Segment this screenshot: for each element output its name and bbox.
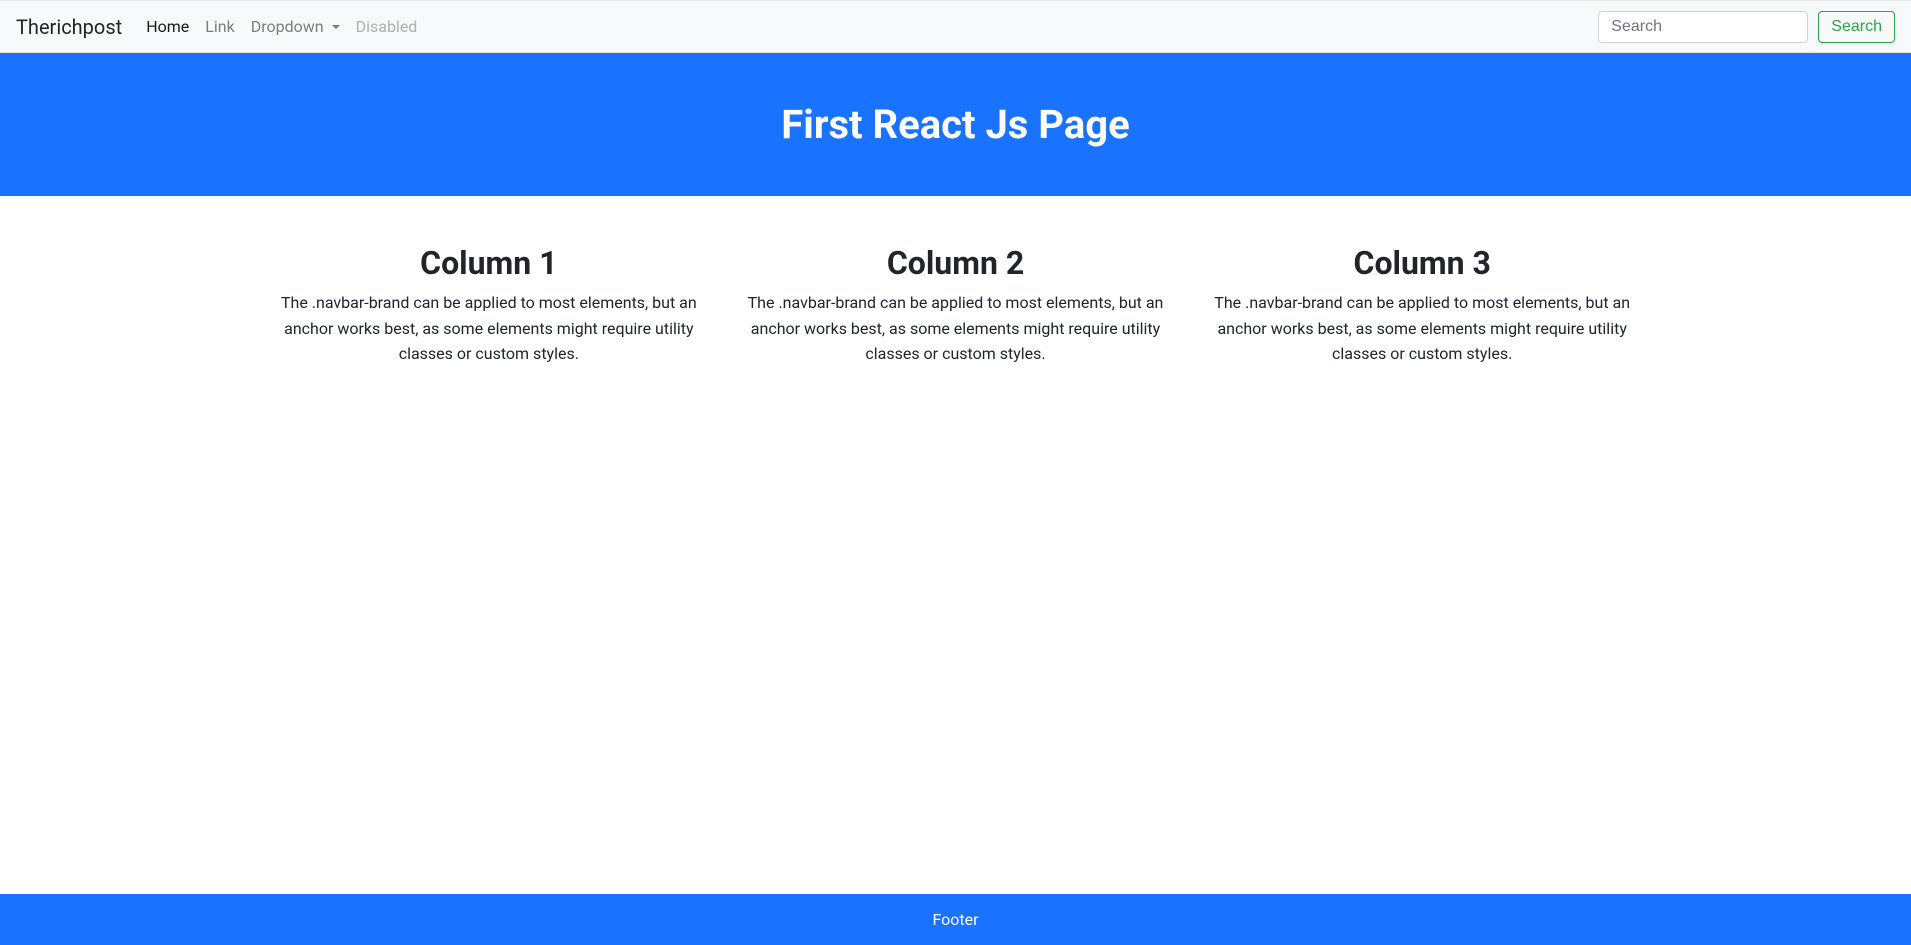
column-1-text: The .navbar-brand can be applied to most… [271, 290, 708, 367]
column-2-text: The .navbar-brand can be applied to most… [737, 290, 1174, 367]
navbar-right: Search [1598, 11, 1895, 43]
columns-row: Column 1 The .navbar-brand can be applie… [256, 244, 1656, 367]
nav-link-home[interactable]: Home [146, 17, 189, 36]
search-input[interactable] [1598, 11, 1808, 43]
caret-down-icon [332, 25, 340, 29]
column-3-text: The .navbar-brand can be applied to most… [1204, 290, 1641, 367]
jumbotron: First React Js Page [0, 53, 1911, 196]
column-3: Column 3 The .navbar-brand can be applie… [1189, 244, 1656, 367]
navbar-brand[interactable]: Therichpost [16, 15, 138, 39]
column-2: Column 2 The .navbar-brand can be applie… [722, 244, 1189, 367]
nav-item-dropdown: Dropdown [243, 9, 348, 44]
column-1-title: Column 1 [271, 244, 708, 282]
search-button[interactable]: Search [1818, 11, 1895, 43]
footer-text: Footer [932, 910, 978, 929]
column-3-title: Column 3 [1204, 244, 1641, 282]
main-content: Column 1 The .navbar-brand can be applie… [0, 196, 1911, 894]
footer: Footer [0, 894, 1911, 945]
column-2-title: Column 2 [737, 244, 1174, 282]
nav-item-home: Home [138, 9, 197, 44]
column-1: Column 1 The .navbar-brand can be applie… [256, 244, 723, 367]
dropdown-label: Dropdown [251, 17, 324, 36]
page-title: First React Js Page [16, 101, 1895, 148]
navbar: Therichpost Home Link Dropdown Disabled … [0, 0, 1911, 53]
nav-link-link[interactable]: Link [205, 17, 234, 36]
nav-item-disabled: Disabled [348, 9, 426, 44]
navbar-left: Therichpost Home Link Dropdown Disabled [16, 9, 425, 44]
nav-item-link: Link [197, 9, 242, 44]
nav-link-disabled: Disabled [356, 17, 418, 36]
nav-link-dropdown[interactable]: Dropdown [251, 17, 340, 36]
navbar-nav: Home Link Dropdown Disabled [138, 9, 425, 44]
